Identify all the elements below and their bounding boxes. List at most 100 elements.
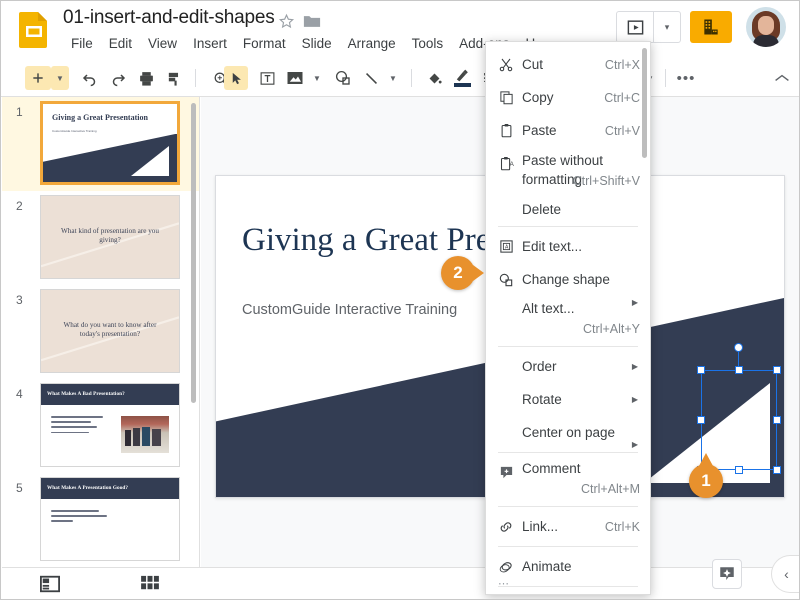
menu-overflow-indicator[interactable]: ⋯ bbox=[498, 577, 511, 590]
resize-handle-bottom-right[interactable] bbox=[773, 466, 781, 474]
resize-handle-top-right[interactable] bbox=[773, 366, 781, 374]
collapse-toolbar-button[interactable] bbox=[769, 66, 795, 90]
slide-thumbnail[interactable]: What Makes A Presentation Good? bbox=[40, 477, 180, 561]
share-button[interactable] bbox=[690, 11, 732, 43]
present-button-group: ▾ bbox=[616, 11, 681, 43]
caret-down-icon: ▼ bbox=[313, 73, 321, 83]
fill-color-button[interactable] bbox=[421, 66, 447, 90]
menu-item-label: Delete bbox=[522, 201, 562, 217]
folder-icon[interactable] bbox=[303, 14, 321, 34]
text-box-button[interactable] bbox=[254, 66, 280, 90]
undo-button[interactable] bbox=[77, 66, 103, 90]
filmstrip-slide-4[interactable]: 4 What Makes A Bad Presentation? bbox=[2, 379, 199, 473]
menu-insert[interactable]: Insert bbox=[185, 35, 235, 52]
scissors-icon bbox=[497, 56, 515, 74]
thumbnail-content: What Makes A Presentation Good? bbox=[41, 478, 179, 560]
divider bbox=[411, 69, 412, 87]
context-menu-item-comment[interactable]: Comment Ctrl+Alt+M bbox=[486, 456, 650, 503]
filmstrip-slide-5[interactable]: 5 What Makes A Presentation Good? bbox=[2, 473, 199, 567]
context-menu-item-copy[interactable]: Copy Ctrl+C bbox=[486, 81, 650, 114]
star-outline-icon[interactable] bbox=[278, 13, 295, 35]
thumbnail-content: What do you want to know after today's p… bbox=[41, 290, 179, 372]
add-comment-icon bbox=[497, 463, 515, 481]
overflow-button[interactable]: ••• bbox=[673, 66, 699, 90]
context-menu-scrollbar[interactable] bbox=[642, 48, 647, 158]
select-tool-button[interactable] bbox=[224, 66, 248, 90]
resize-handle-top-center[interactable] bbox=[735, 366, 743, 374]
menu-arrange[interactable]: Arrange bbox=[340, 35, 404, 52]
filmstrip-slide-1[interactable]: 1 Giving a Great Presentation CustomGuid… bbox=[2, 97, 199, 191]
context-menu-item-link[interactable]: Link... Ctrl+K bbox=[486, 510, 650, 543]
context-menu-item-paste[interactable]: Paste Ctrl+V bbox=[486, 114, 650, 147]
resize-handle-bottom-center[interactable] bbox=[735, 466, 743, 474]
document-title[interactable]: 01-insert-and-edit-shapes bbox=[63, 7, 275, 29]
menu-tools[interactable]: Tools bbox=[404, 35, 452, 52]
submenu-arrow-icon: ▶ bbox=[631, 298, 638, 307]
slide-thumbnail[interactable]: What Makes A Bad Presentation? bbox=[40, 383, 180, 467]
context-menu-item-delete[interactable]: Delete bbox=[486, 195, 650, 223]
menu-item-accelerator: Ctrl+C bbox=[604, 90, 640, 105]
new-slide-dropdown[interactable]: ▼ bbox=[51, 66, 69, 90]
menu-slide[interactable]: Slide bbox=[294, 35, 340, 52]
context-menu-item-edit-text[interactable]: A Edit text... bbox=[486, 230, 650, 263]
slide-thumbnail[interactable]: What do you want to know after today's p… bbox=[40, 289, 180, 373]
resize-handle-top-left[interactable] bbox=[697, 366, 705, 374]
shape-button[interactable] bbox=[330, 66, 356, 90]
menu-item-label: Alt text... bbox=[522, 301, 575, 316]
photo-figure bbox=[133, 428, 140, 446]
present-dropdown-button[interactable]: ▾ bbox=[654, 12, 680, 42]
line-dropdown[interactable]: ▼ bbox=[384, 66, 402, 90]
user-avatar[interactable] bbox=[746, 7, 786, 47]
menu-separator bbox=[498, 226, 638, 227]
menu-item-label: Rotate bbox=[522, 392, 562, 407]
grid-view-icon[interactable] bbox=[140, 575, 160, 593]
slide-number: 5 bbox=[16, 481, 23, 495]
menu-item-label: Edit text... bbox=[522, 239, 583, 254]
show-speaker-notes-icon[interactable] bbox=[40, 575, 60, 593]
slide-number: 2 bbox=[16, 199, 23, 213]
menu-file[interactable]: File bbox=[63, 35, 101, 52]
resize-handle-middle-left[interactable] bbox=[697, 416, 705, 424]
context-menu-item-order[interactable]: Order ▶ bbox=[486, 350, 650, 383]
context-menu-item-paste-without-formatting[interactable]: A Paste without formatting Ctrl+Shift+V bbox=[486, 147, 650, 195]
filmstrip-scrollbar[interactable] bbox=[191, 103, 196, 403]
slide-thumbnail[interactable]: What kind of presentation are you giving… bbox=[40, 195, 180, 279]
menu-item-accelerator: Ctrl+Alt+Y bbox=[583, 322, 640, 336]
insert-image-dropdown[interactable]: ▼ bbox=[308, 66, 326, 90]
context-menu-item-center-on-page[interactable]: Center on page ▶ bbox=[486, 416, 650, 449]
redo-button[interactable] bbox=[105, 66, 131, 90]
context-menu-item-change-shape[interactable]: Change shape bbox=[486, 263, 650, 296]
context-menu-item-alt-text[interactable]: ▶ Alt text... Ctrl+Alt+Y bbox=[486, 296, 650, 343]
explore-button[interactable] bbox=[712, 559, 742, 589]
callout-pointer bbox=[473, 265, 484, 281]
menu-view[interactable]: View bbox=[140, 35, 185, 52]
print-button[interactable] bbox=[133, 66, 159, 90]
slide-subtitle-text[interactable]: CustomGuide Interactive Training bbox=[242, 302, 457, 318]
resize-handle-middle-right[interactable] bbox=[773, 416, 781, 424]
paint-format-button[interactable] bbox=[161, 66, 187, 90]
line-button[interactable] bbox=[358, 66, 384, 90]
callout-badge-2: 2 bbox=[441, 256, 484, 290]
present-button[interactable] bbox=[617, 12, 653, 42]
context-menu-item-format[interactable]: Format bbox=[486, 590, 650, 594]
filmstrip-slide-3[interactable]: 3 What do you want to know after today's… bbox=[2, 285, 199, 379]
rotation-handle[interactable] bbox=[734, 343, 743, 352]
thumbnail-content: Giving a Great Presentation CustomGuide … bbox=[43, 104, 177, 182]
insert-image-button[interactable] bbox=[282, 66, 308, 90]
shape-context-menu[interactable]: Cut Ctrl+X Copy Ctrl+C Paste Ctrl+V A Pa… bbox=[485, 41, 651, 595]
slide-filmstrip[interactable]: 1 Giving a Great Presentation CustomGuid… bbox=[2, 97, 200, 567]
avatar-face bbox=[758, 16, 774, 35]
edit-text-icon: A bbox=[497, 238, 515, 256]
slide-thumbnail[interactable]: Giving a Great Presentation CustomGuide … bbox=[40, 101, 180, 185]
filmstrip-slide-2[interactable]: 2 What kind of presentation are you givi… bbox=[2, 191, 199, 285]
new-slide-button[interactable] bbox=[25, 66, 51, 90]
main-toolbar: ▼ ▼ ▼ ••• bbox=[1, 59, 799, 97]
ellipsis-icon: ••• bbox=[676, 69, 696, 87]
menu-format[interactable]: Format bbox=[235, 35, 294, 52]
border-color-button[interactable] bbox=[449, 66, 475, 90]
submenu-arrow-icon: ▶ bbox=[631, 362, 638, 371]
context-menu-item-cut[interactable]: Cut Ctrl+X bbox=[486, 48, 650, 81]
context-menu-item-rotate[interactable]: Rotate ▶ bbox=[486, 383, 650, 416]
menu-edit[interactable]: Edit bbox=[101, 35, 140, 52]
menu-separator bbox=[498, 586, 638, 587]
